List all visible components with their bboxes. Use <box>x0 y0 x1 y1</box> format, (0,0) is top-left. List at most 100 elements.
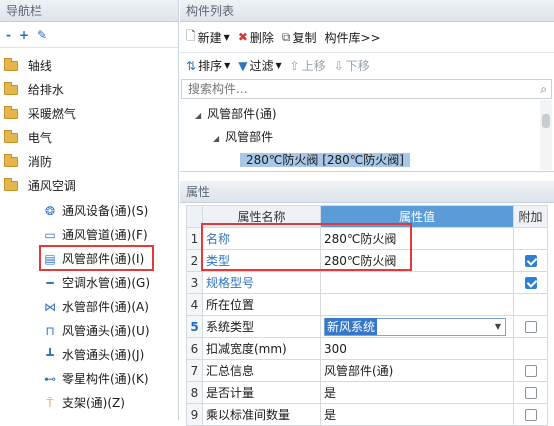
additional-cell <box>513 359 548 382</box>
new-button[interactable]: 🗋 新建 ▼ <box>186 27 230 48</box>
move-up-label: 上移 <box>301 59 326 73</box>
table-row[interactable]: 3 规格型号 <box>186 271 548 294</box>
properties-title: 属性 <box>180 181 554 203</box>
nav-subitem-ac-water-pipe[interactable]: ━ 空调水管(通)(G) <box>42 271 150 295</box>
property-name: 系统类型 <box>202 315 321 338</box>
duct-fitting-icon: ⊓ <box>45 324 55 338</box>
new-button-label: 新建 <box>197 30 222 45</box>
component-toolbar-2: ⇅ 排序 ▼ ▼ 过滤 ▼ ⇧ 上移 ⇩ 下移 <box>180 52 554 78</box>
additional-cell <box>513 315 548 338</box>
additional-checkbox[interactable] <box>524 365 537 377</box>
nav-item-water[interactable]: 给排水 <box>4 78 64 102</box>
nav-subitem-duct-fitting[interactable]: ⊓ 风管通头(通)(U) <box>42 319 149 343</box>
property-value[interactable] <box>320 271 514 294</box>
move-down-label: 下移 <box>345 59 370 73</box>
additional-checkbox[interactable] <box>524 387 537 399</box>
nav-item-axis[interactable]: 轴线 <box>4 54 52 78</box>
delete-button[interactable]: ✖ 删除 <box>238 29 274 46</box>
property-value[interactable] <box>320 293 514 316</box>
nav-item-label: 轴线 <box>27 59 52 73</box>
component-tree-root[interactable]: ◢ 风管部件(通) <box>195 103 277 125</box>
table-row[interactable]: 7 汇总信息 风管部件(通) <box>186 359 548 382</box>
navigation-title: 导航栏 <box>0 0 178 22</box>
table-row[interactable]: 5 系统类型 新风系统 ▼ <box>186 315 548 338</box>
property-name: 乘以标准间数量 <box>202 403 321 426</box>
arrow-up-icon: ⇧ <box>289 58 300 73</box>
system-type-dropdown[interactable]: 新风系统 ▼ <box>324 317 506 336</box>
row-index: 8 <box>186 381 203 404</box>
component-tree-leaf[interactable]: 280℃防火阀 [280℃防火阀] <box>240 149 410 171</box>
nav-subitem-misc-part[interactable]: ⊷ 零星构件(通)(K) <box>42 367 149 391</box>
component-list-scrollbar[interactable] <box>540 100 552 170</box>
nav-subitem-label: 零星构件(通)(K) <box>62 372 149 386</box>
table-row[interactable]: 8 是否计量 是 <box>186 381 548 404</box>
move-down-button[interactable]: ⇩ 下移 <box>334 57 370 74</box>
move-up-button[interactable]: ⇧ 上移 <box>290 57 326 74</box>
property-value[interactable]: 是 <box>320 403 514 426</box>
additional-checkbox[interactable] <box>524 255 537 267</box>
chevron-down-icon: ▼ <box>224 61 231 70</box>
new-icon: 🗋 <box>186 28 196 43</box>
property-name: 扣减宽度(mm) <box>202 337 321 360</box>
arrow-down-icon: ⇩ <box>333 58 344 73</box>
chevron-down-icon: ▼ <box>223 32 230 42</box>
nav-item-electric[interactable]: 电气 <box>4 126 52 150</box>
sort-button[interactable]: ⇅ 排序 ▼ <box>186 57 230 74</box>
table-row[interactable]: 4 所在位置 <box>186 293 548 316</box>
component-library-button[interactable]: 构件库>> <box>325 29 381 46</box>
pipe-fitting-icon: ┻ <box>46 348 54 362</box>
nav-subitem-support[interactable]: ⍑ 支架(通)(Z) <box>42 391 125 415</box>
additional-checkbox[interactable] <box>524 409 537 421</box>
search-icon[interactable]: ⌕ <box>540 82 547 97</box>
nav-subitem-ventilation-duct[interactable]: ▭ 通风管道(通)(F) <box>42 223 147 247</box>
component-search-input[interactable] <box>186 81 526 97</box>
additional-checkbox[interactable] <box>524 277 537 289</box>
additional-cell <box>513 249 548 272</box>
additional-cell <box>513 381 548 404</box>
property-value[interactable]: 300 <box>320 337 514 360</box>
row-index: 6 <box>186 337 203 360</box>
property-value[interactable]: 是 <box>320 381 514 404</box>
folder-icon <box>4 58 18 71</box>
nav-subitem-pipe-fitting[interactable]: ┻ 水管通头(通)(J) <box>42 343 144 367</box>
nav-item-hvac[interactable]: 通风空调 <box>4 174 76 198</box>
delete-button-label: 删除 <box>249 30 274 45</box>
property-name: 汇总信息 <box>202 359 321 382</box>
property-name: 所在位置 <box>202 293 321 316</box>
nav-item-label: 通风空调 <box>27 179 76 193</box>
additional-checkbox[interactable] <box>524 321 537 333</box>
scrollbar-thumb[interactable] <box>542 114 550 128</box>
nav-item-heating[interactable]: 采暖燃气 <box>4 102 76 126</box>
row-index: 7 <box>186 359 203 382</box>
copy-button-label: 复制 <box>292 30 317 45</box>
expanded-triangle-icon: ◢ <box>213 134 220 143</box>
chevron-down-icon[interactable]: ▼ <box>495 322 501 331</box>
edit-icon[interactable]: ✎ <box>37 28 47 42</box>
expand-all-icon[interactable]: + <box>19 28 29 42</box>
additional-header[interactable]: 附加 <box>513 205 548 228</box>
table-row[interactable]: 9 乘以标准间数量 是 <box>186 403 548 426</box>
component-tree-group-label: 风管部件 <box>225 130 274 144</box>
nav-subitem-label: 通风设备(通)(S) <box>62 204 149 218</box>
navigation-toolbar: - + ✎ <box>0 22 178 48</box>
sort-button-label: 排序 <box>198 59 223 73</box>
table-row[interactable]: 6 扣减宽度(mm) 300 <box>186 337 548 360</box>
selection-highlight-box <box>39 245 154 271</box>
nav-item-label: 采暖燃气 <box>27 107 76 121</box>
valve-icon: ⋈ <box>44 300 56 314</box>
component-tree-group[interactable]: ◢ 风管部件 <box>213 126 273 148</box>
filter-icon: ▼ <box>238 58 248 73</box>
row-index: 4 <box>186 293 203 316</box>
property-value[interactable]: 新风系统 ▼ <box>320 315 514 338</box>
folder-icon <box>4 130 18 143</box>
nav-subitem-pipe-part[interactable]: ⋈ 水管部件(通)(A) <box>42 295 149 319</box>
fan-icon: ❂ <box>44 204 56 218</box>
nav-item-label: 给排水 <box>27 83 64 97</box>
property-value[interactable]: 风管部件(通) <box>320 359 514 382</box>
nav-subitem-ventilation-equipment[interactable]: ❂ 通风设备(通)(S) <box>42 199 148 223</box>
nav-item-fire[interactable]: 消防 <box>4 150 52 174</box>
copy-button[interactable]: ⧉ 复制 <box>282 29 317 46</box>
filter-button[interactable]: ▼ 过滤 ▼ <box>238 57 281 74</box>
collapse-all-icon[interactable]: - <box>6 28 11 42</box>
duct-icon: ▭ <box>44 228 56 242</box>
